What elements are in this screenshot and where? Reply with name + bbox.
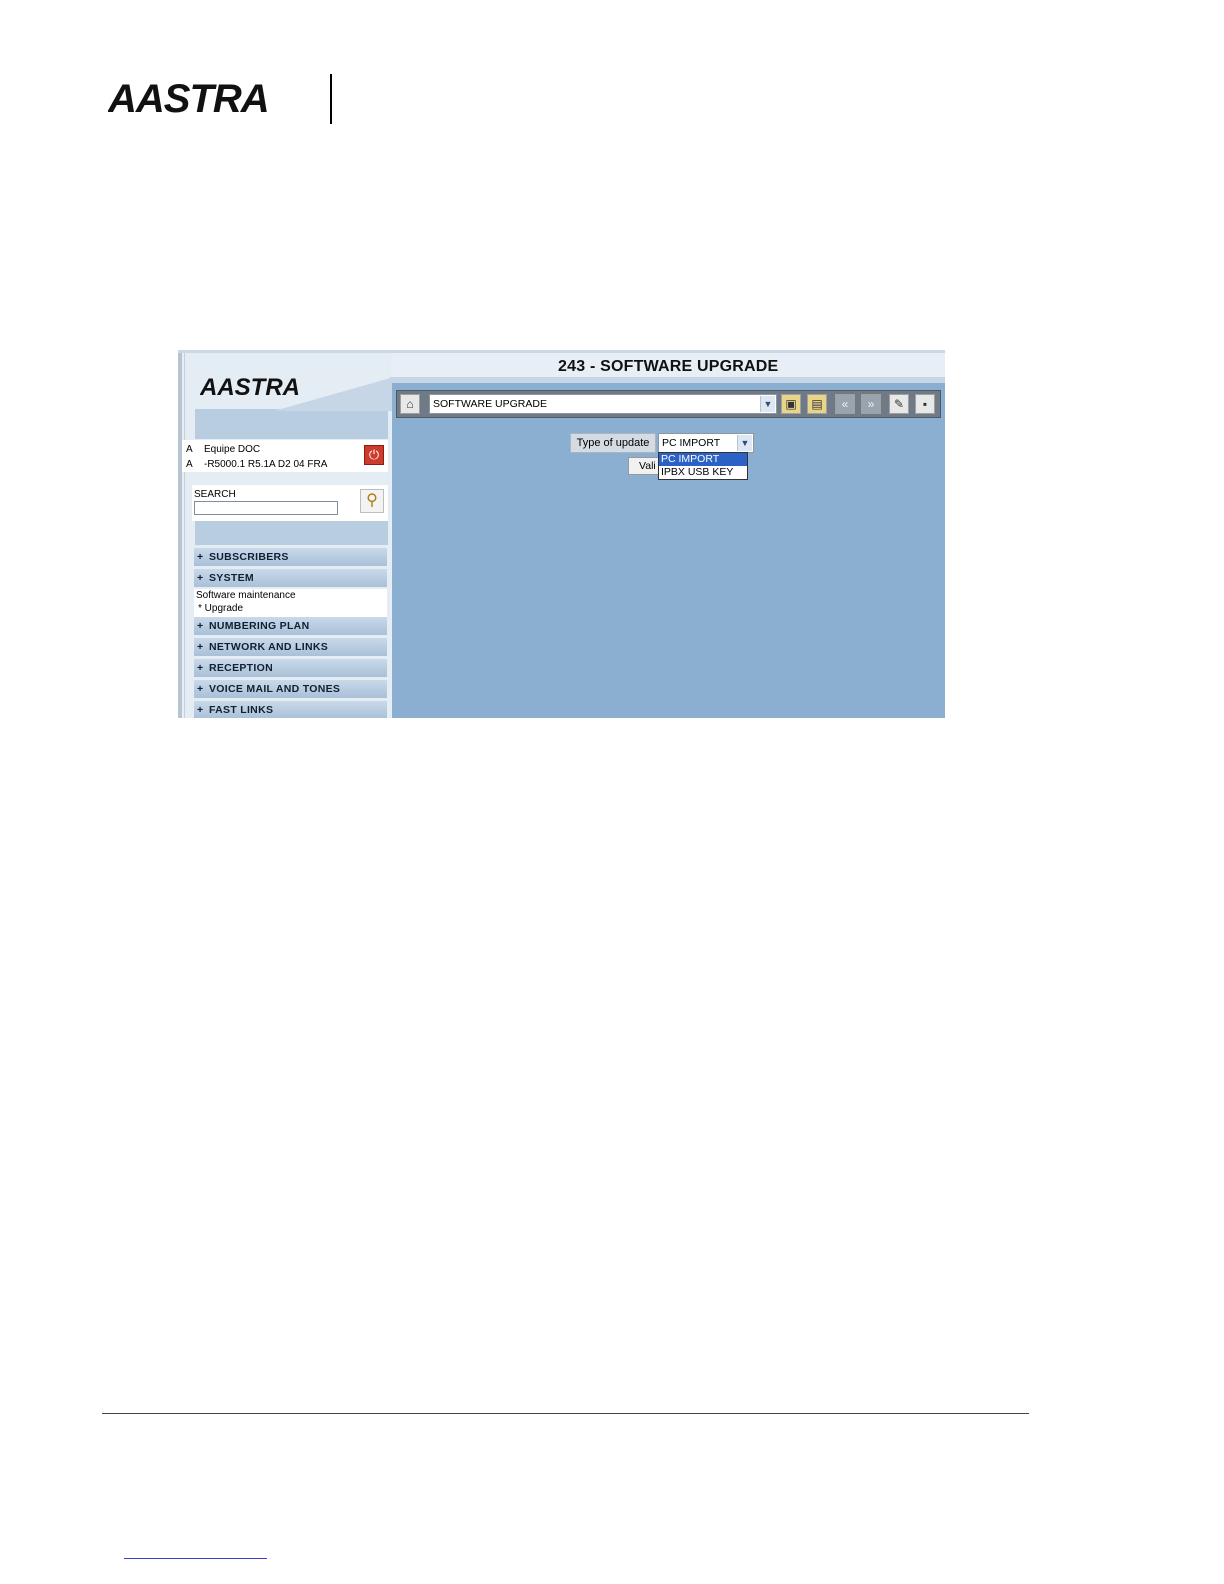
footer-link-underline	[124, 1558, 267, 1559]
search-panel: SEARCH ⚲	[192, 485, 388, 521]
folder-up-icon: ▣	[785, 397, 797, 411]
chevron-down-icon: ▼	[737, 435, 752, 451]
search-input[interactable]	[194, 501, 338, 515]
main-content: ⌂ SOFTWARE UPGRADE ▼ ▣ ▤ « » ✎ ▪ Type of…	[392, 383, 945, 718]
logo-divider	[330, 74, 332, 124]
expand-icon: +	[197, 662, 204, 674]
next-button[interactable]: »	[861, 394, 881, 414]
type-of-update-label: Type of update	[570, 433, 656, 453]
nav-network-and-links[interactable]: + NETWORK AND LINKS	[194, 638, 387, 658]
page-title: 243 - SOFTWARE UPGRADE	[558, 358, 779, 375]
svg-text:AASTRA: AASTRA	[108, 77, 269, 121]
toolbar: ⌂ SOFTWARE UPGRADE ▼ ▣ ▤ « » ✎ ▪	[396, 390, 941, 418]
search-button[interactable]: ⚲	[360, 489, 384, 513]
option-ipbx-usb-key[interactable]: IPBX USB KEY	[659, 466, 747, 479]
page-select-value: SOFTWARE UPGRADE	[433, 398, 547, 410]
double-chevron-right-icon: »	[867, 397, 875, 411]
nav-label: SYSTEM	[209, 572, 254, 584]
nav-label: FAST LINKS	[209, 704, 274, 716]
floppy-disk-icon: ▪	[922, 397, 928, 411]
previous-button[interactable]: «	[835, 394, 855, 414]
submenu-software-maintenance[interactable]: Software maintenance	[196, 590, 296, 601]
type-of-update-value: PC IMPORT	[662, 437, 721, 449]
submenu-upgrade[interactable]: * Upgrade	[198, 603, 243, 614]
expand-icon: +	[197, 704, 204, 716]
expand-icon: +	[197, 572, 204, 584]
system-submenu: Software maintenance * Upgrade	[194, 589, 387, 617]
nav-label: SUBSCRIBERS	[209, 551, 289, 563]
home-button[interactable]: ⌂	[400, 394, 420, 414]
nav-label: NETWORK AND LINKS	[209, 641, 329, 653]
power-icon: ⏻	[368, 447, 380, 462]
nav-reception[interactable]: + RECEPTION	[194, 659, 387, 679]
aastra-logo: AASTRA	[108, 77, 270, 121]
tools-button[interactable]: ✎	[889, 394, 909, 414]
software-version: -R5000.1 R5.1A D2 04 FRA	[204, 459, 328, 470]
double-chevron-left-icon: «	[841, 397, 849, 411]
nav-voice-mail-and-tones[interactable]: + VOICE MAIL AND TONES	[194, 680, 387, 700]
option-pc-import[interactable]: PC IMPORT	[659, 453, 747, 466]
user-name: Equipe DOC	[204, 444, 261, 455]
magnifier-icon: ⚲	[366, 492, 378, 509]
footer-divider	[102, 1413, 1029, 1414]
expand-icon: +	[197, 641, 204, 653]
expand-icon: +	[197, 551, 204, 563]
user-prefix: A	[186, 444, 193, 455]
frame-rule	[178, 353, 182, 718]
nav-label: VOICE MAIL AND TONES	[209, 683, 341, 695]
expand-icon: +	[197, 683, 204, 695]
folder-up-button[interactable]: ▣	[781, 394, 801, 414]
left-panel-band	[195, 521, 388, 545]
left-panel-band	[195, 409, 388, 439]
folder-button[interactable]: ▤	[807, 394, 827, 414]
nav-fast-links[interactable]: + FAST LINKS	[194, 701, 387, 718]
folder-icon: ▤	[811, 397, 823, 411]
nav-label: NUMBERING PLAN	[209, 620, 310, 632]
chevron-down-icon: ▼	[760, 396, 775, 412]
version-prefix: A	[186, 459, 193, 470]
expand-icon: +	[197, 620, 204, 632]
nav-label: RECEPTION	[209, 662, 273, 674]
home-icon: ⌂	[406, 397, 414, 411]
save-button[interactable]: ▪	[915, 394, 935, 414]
type-of-update-dropdown: PC IMPORT IPBX USB KEY	[658, 452, 748, 480]
version-line: A -R5000.1 R5.1A D2 04 FRA	[186, 459, 327, 470]
logout-button[interactable]: ⏻	[364, 445, 384, 465]
tools-icon: ✎	[893, 397, 905, 411]
type-of-update-select[interactable]: PC IMPORT ▼	[658, 433, 754, 453]
user-info: A Equipe DOC A -R5000.1 R5.1A D2 04 FRA ⏻	[182, 440, 388, 472]
nav-system[interactable]: + SYSTEM	[194, 569, 387, 589]
svg-text:AASTRA: AASTRA	[200, 374, 300, 401]
nav-subscribers[interactable]: + SUBSCRIBERS	[194, 548, 387, 568]
search-label: SEARCH	[194, 489, 236, 500]
software-upgrade-screenshot: 243 - SOFTWARE UPGRADE AASTRA A Equipe DO…	[178, 350, 945, 718]
page-select[interactable]: SOFTWARE UPGRADE ▼	[429, 394, 777, 414]
user-line: A Equipe DOC	[186, 444, 260, 455]
app-logo: AASTRA	[200, 374, 300, 401]
nav-numbering-plan[interactable]: + NUMBERING PLAN	[194, 617, 387, 637]
